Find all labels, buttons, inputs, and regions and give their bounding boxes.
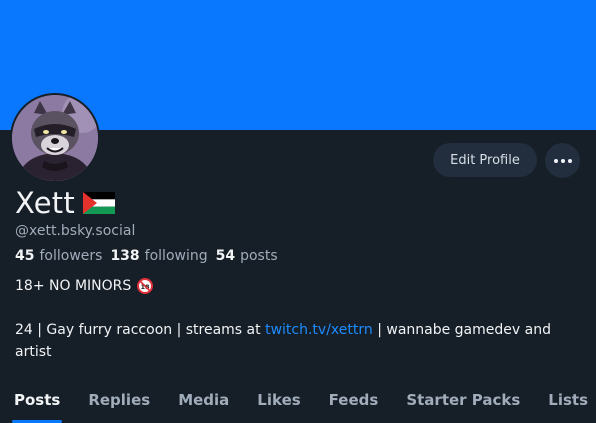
more-options-button[interactable] [545,143,580,178]
profile-description-line1: 18+ NO MINORS 18 [15,278,154,294]
raccoon-avatar-image [12,95,98,181]
tab-lists[interactable]: Lists [534,387,596,423]
no-minors-text: 18+ NO MINORS [15,278,132,294]
no-under-18-icon: 18 [137,278,154,294]
profile-stats: 45 followers 138 following 54 posts [15,248,278,264]
tab-media[interactable]: Media [164,387,243,423]
followers-stat[interactable]: 45 followers [15,248,102,264]
followers-count: 45 [15,248,35,264]
following-label: following [144,248,208,264]
palestine-flag-icon [82,192,115,214]
ellipsis-icon [553,158,572,163]
display-name: Xett [15,186,75,220]
twitch-link[interactable]: twitch.tv/xettrn [265,322,373,338]
edit-profile-button[interactable]: Edit Profile [433,143,537,177]
edit-profile-label: Edit Profile [450,152,520,168]
following-count: 138 [110,248,140,264]
posts-label: posts [240,248,278,264]
tab-likes[interactable]: Likes [243,387,314,423]
display-name-row: Xett [15,186,115,220]
tab-replies[interactable]: Replies [74,387,164,423]
bio-text-prefix: 24 | Gay furry raccoon | streams at [15,322,266,338]
profile-handle: @xett.bsky.social [15,223,136,239]
profile-tabs: Posts Replies Media Likes Feeds Starter … [0,387,596,423]
posts-stat: 54 posts [216,248,278,264]
tab-feeds[interactable]: Feeds [315,387,393,423]
tab-posts[interactable]: Posts [0,387,74,423]
following-stat[interactable]: 138 following [110,248,207,264]
avatar[interactable] [10,93,100,183]
profile-description: 24 | Gay furry raccoon | streams at twit… [15,319,575,363]
followers-label: followers [39,248,103,264]
posts-count: 54 [215,248,236,264]
tab-starter-packs[interactable]: Starter Packs [392,387,534,423]
